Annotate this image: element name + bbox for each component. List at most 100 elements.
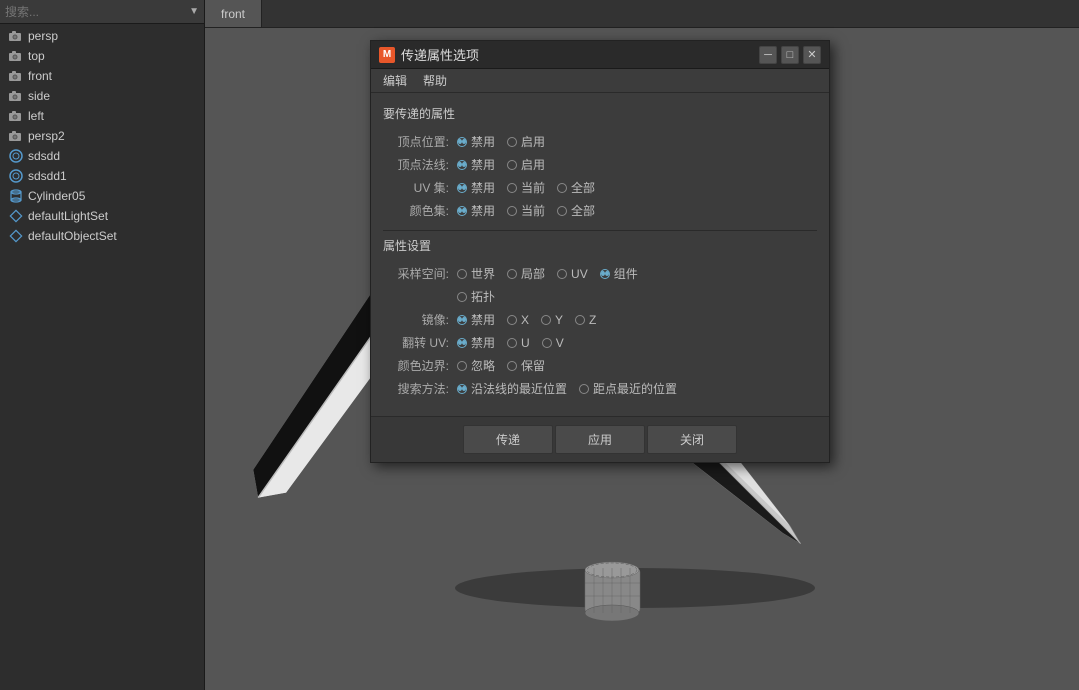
viewport-topbar: front (205, 0, 1079, 28)
row-uv-set: UV 集: 禁用 当前 全部 (383, 176, 817, 199)
sample-uv[interactable]: UV (557, 267, 588, 281)
sidebar-item-top[interactable]: top (0, 46, 204, 66)
section2-table: 采样空间: 世界 局部 UV (383, 262, 817, 400)
divider1 (383, 230, 817, 231)
sidebar-item-persp2[interactable]: persp2 (0, 126, 204, 146)
sidebar-item-label-top: top (28, 49, 45, 63)
dialog-title-icon: M (379, 47, 395, 63)
sidebar-list: persp top front side left (0, 24, 204, 690)
sidebar-item-label-sdsdd1: sdsdd1 (28, 169, 67, 183)
search-dropdown-arrow[interactable]: ▼ (189, 6, 199, 17)
mirror-x[interactable]: X (507, 313, 529, 327)
vertex-normal-disable-label: 禁用 (471, 156, 495, 173)
color-set-disable[interactable]: 禁用 (457, 202, 495, 219)
flip-uv-disable[interactable]: 禁用 (457, 334, 495, 351)
topology-radio[interactable]: 拓扑 (457, 288, 495, 305)
sidebar: ▼ persp top front (0, 0, 205, 690)
vertex-position-label: 顶点位置: (383, 130, 453, 153)
vertex-normal-enable[interactable]: 启用 (507, 156, 545, 173)
dialog-close-button[interactable]: ✕ (803, 46, 821, 64)
sidebar-item-persp[interactable]: persp (0, 26, 204, 46)
vertex-normal-options: 禁用 启用 (453, 153, 817, 176)
uv-set-current[interactable]: 当前 (507, 179, 545, 196)
top-icon (8, 50, 24, 62)
dialog-menu-edit[interactable]: 编辑 (375, 70, 415, 91)
row-color-border: 颜色边界: 忽略 保留 (383, 354, 817, 377)
sidebar-item-cylinder05[interactable]: Cylinder05 (0, 186, 204, 206)
search-nearest-on-line[interactable]: 沿法线的最近位置 (457, 380, 567, 397)
mirror-options: 禁用 X Y Z (453, 308, 817, 331)
vertex-normal-enable-label: 启用 (521, 156, 545, 173)
sidebar-item-left[interactable]: left (0, 106, 204, 126)
sidebar-item-sdsdd[interactable]: sdsdd (0, 146, 204, 166)
persp2-icon (8, 130, 24, 142)
left-icon (8, 110, 24, 122)
topology-label (383, 285, 453, 308)
dialog-menubar: 编辑 帮助 (371, 69, 829, 93)
sidebar-item-label-defaultLightSet: defaultLightSet (28, 209, 108, 223)
search-method-label: 搜索方法: (383, 377, 453, 400)
sidebar-item-label-side: side (28, 89, 50, 103)
sidebar-item-label-persp2: persp2 (28, 129, 65, 143)
color-set-all[interactable]: 全部 (557, 202, 595, 219)
sidebar-item-defaultLightSet[interactable]: defaultLightSet (0, 206, 204, 226)
row-vertex-position: 顶点位置: 禁用 启用 (383, 130, 817, 153)
mirror-y[interactable]: Y (541, 313, 563, 327)
sidebar-item-label-sdsdd: sdsdd (28, 149, 60, 163)
mirror-disable[interactable]: 禁用 (457, 311, 495, 328)
dialog-footer: 传递 应用 关闭 (371, 416, 829, 462)
vertex-normal-disable[interactable]: 禁用 (457, 156, 495, 173)
flip-uv-options: 禁用 U V (453, 331, 817, 354)
close-button[interactable]: 关闭 (647, 425, 737, 454)
dialog-title-text: 传递属性选项 (401, 45, 479, 64)
dialog-content: 要传递的属性 顶点位置: 禁用 启用 (371, 93, 829, 416)
color-border-options: 忽略 保留 (453, 354, 817, 377)
front-icon (8, 70, 24, 82)
sample-component[interactable]: 组件 (600, 265, 638, 282)
topology-options: 拓扑 (453, 285, 817, 308)
sidebar-item-front[interactable]: front (0, 66, 204, 86)
sample-local[interactable]: 局部 (507, 265, 545, 282)
color-set-current-label: 当前 (521, 202, 545, 219)
sample-world[interactable]: 世界 (457, 265, 495, 282)
color-set-label: 颜色集: (383, 199, 453, 222)
sidebar-item-side[interactable]: side (0, 86, 204, 106)
uv-set-all[interactable]: 全部 (557, 179, 595, 196)
vertex-position-disable[interactable]: 禁用 (457, 133, 495, 150)
sidebar-item-sdsdd1[interactable]: sdsdd1 (0, 166, 204, 186)
search-nearest-point[interactable]: 距点最近的位置 (579, 380, 677, 397)
vertex-position-options: 禁用 启用 (453, 130, 817, 153)
viewport-tab-front[interactable]: front (205, 0, 262, 27)
color-border-ignore[interactable]: 忽略 (457, 357, 495, 374)
row-flip-uv: 翻转 UV: 禁用 U V (383, 331, 817, 354)
vertex-normal-label: 顶点法线: (383, 153, 453, 176)
color-border-preserve[interactable]: 保留 (507, 357, 545, 374)
transfer-button[interactable]: 传递 (463, 425, 553, 454)
uv-set-disable[interactable]: 禁用 (457, 179, 495, 196)
dialog-controls: ─ □ ✕ (759, 46, 821, 64)
section2-title: 属性设置 (383, 237, 817, 254)
sidebar-item-defaultObjectSet[interactable]: defaultObjectSet (0, 226, 204, 246)
color-border-label: 颜色边界: (383, 354, 453, 377)
dialog-minimize-button[interactable]: ─ (759, 46, 777, 64)
sample-space-label: 采样空间: (383, 262, 453, 285)
search-bar[interactable]: ▼ (0, 0, 204, 24)
row-search-method: 搜索方法: 沿法线的最近位置 距点最近的位置 (383, 377, 817, 400)
vertex-position-enable[interactable]: 启用 (507, 133, 545, 150)
row-color-set: 颜色集: 禁用 当前 全部 (383, 199, 817, 222)
persp-icon (8, 30, 24, 42)
color-set-current[interactable]: 当前 (507, 202, 545, 219)
flip-uv-v[interactable]: V (542, 336, 564, 350)
dialog-maximize-button[interactable]: □ (781, 46, 799, 64)
cylinder05-icon (8, 190, 24, 202)
apply-button[interactable]: 应用 (555, 425, 645, 454)
sample-space-options: 世界 局部 UV 组件 (453, 262, 817, 285)
sidebar-item-label-left: left (28, 109, 44, 123)
uv-set-options: 禁用 当前 全部 (453, 176, 817, 199)
search-input[interactable] (5, 5, 189, 19)
mirror-z[interactable]: Z (575, 313, 596, 327)
vertex-position-enable-label: 启用 (521, 133, 545, 150)
dialog-menu-help[interactable]: 帮助 (415, 70, 455, 91)
flip-uv-u[interactable]: U (507, 336, 530, 350)
uv-set-disable-label: 禁用 (471, 179, 495, 196)
